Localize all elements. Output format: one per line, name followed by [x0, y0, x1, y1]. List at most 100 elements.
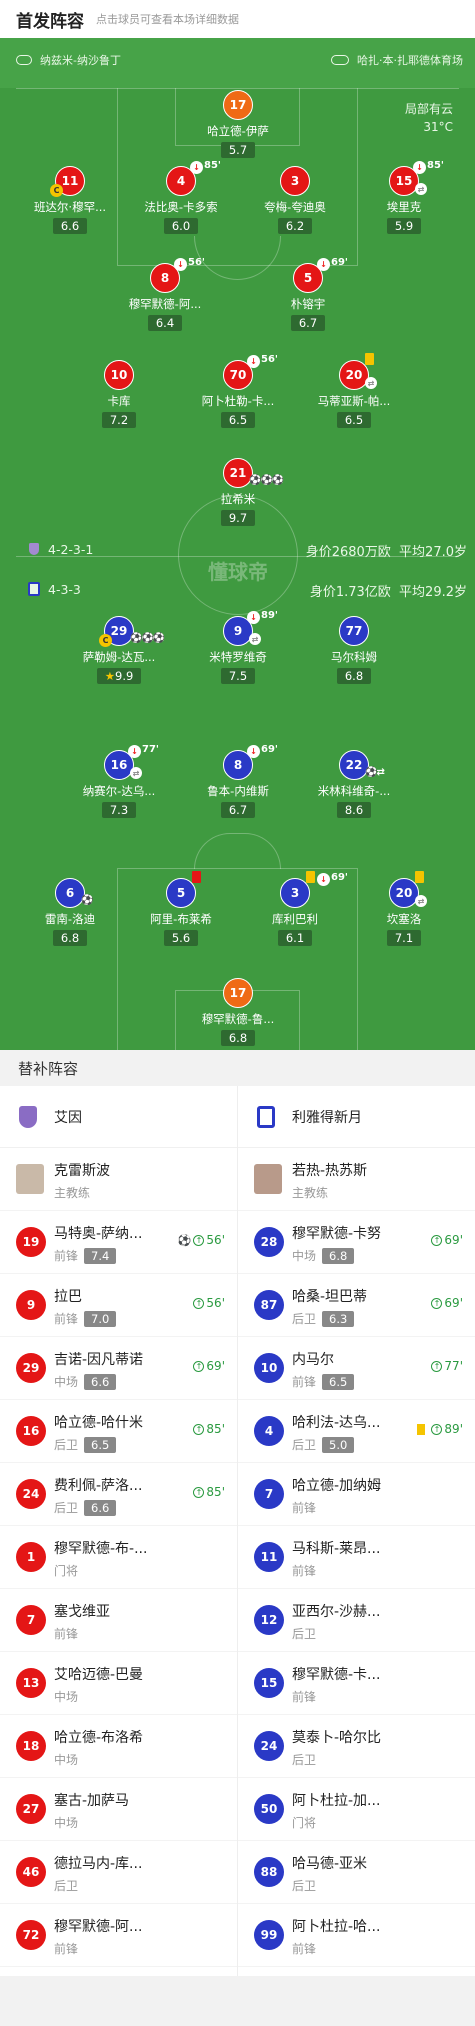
weather-text: 局部有云	[404, 102, 453, 116]
goal-ball-icon: ⚽	[177, 1233, 192, 1247]
sub-position: 前锋	[292, 1690, 317, 1704]
sub-row[interactable]: 18 哈立德-布洛希 中场	[0, 1715, 237, 1778]
sub-row[interactable]: 7 塞戈维亚 前锋	[0, 1589, 237, 1652]
sub-on-icon: ↑	[193, 1423, 205, 1435]
sub-row[interactable]: 50 阿卜杜拉-加... 门将	[238, 1778, 475, 1841]
home-player-11[interactable]: 11 C 班达尔·穆罕... 6.6	[10, 166, 130, 234]
away-age-text: 平均29.2岁	[399, 585, 467, 600]
home-subs-team[interactable]: 艾因	[0, 1086, 237, 1148]
away-player-29[interactable]: 29 C ⚽⚽⚽ 萨勒姆-达瓦... ★9.9	[59, 616, 179, 684]
sub-row[interactable]: 15 穆罕默德-卡... 前锋	[238, 1652, 475, 1715]
away-player-20[interactable]: 20 ⇄ 坎塞洛 7.1	[344, 871, 464, 946]
home-player-5[interactable]: 5 ↓ 69' 朴镕宇 6.7	[248, 257, 368, 331]
sub-position: 前锋	[54, 1627, 79, 1641]
sub-number: 1	[16, 1542, 46, 1572]
sub-name: 马特奥-萨纳...	[54, 1226, 143, 1242]
away-player-5[interactable]: 5 阿里-布莱希 5.6	[121, 871, 241, 946]
penalty-arc-bottom	[194, 833, 281, 869]
away-player-77[interactable]: 77 马尔科姆 6.8	[294, 616, 414, 684]
player-number: 6	[65, 886, 75, 900]
sub-position-text: 前锋	[54, 1312, 79, 1326]
away-subs-team[interactable]: 利雅得新月	[238, 1086, 475, 1148]
sub-off-icon: ↓	[247, 745, 260, 758]
sub-time: 89'	[444, 1422, 463, 1436]
home-age-text: 平均27.0岁	[399, 545, 467, 560]
sub-row[interactable]: 16 哈立德-哈什米 后卫 6.5 ↑ 85'	[0, 1400, 237, 1463]
sub-row[interactable]: 4 哈利法-达乌... 后卫 5.0 ↑ 89'	[238, 1400, 475, 1463]
sub-row[interactable]: 12 亚西尔-沙赫... 后卫	[238, 1589, 475, 1652]
away-player-6[interactable]: 6 ⚽ 雷南-洛迪 6.8	[10, 878, 130, 946]
sub-row[interactable]: 46 德拉马内-库... 后卫	[0, 1841, 237, 1904]
page-footer	[0, 1976, 475, 2026]
sub-score: 6.5	[322, 1374, 355, 1390]
player-rating: 7.5	[220, 668, 256, 684]
home-player-21[interactable]: 21 ⚽⚽⚽ 拉希米 9.7	[178, 458, 298, 526]
home-player-10[interactable]: 10 卡库 7.2	[59, 360, 179, 428]
sub-row[interactable]: 1 穆罕默德-布-... 门将	[0, 1526, 237, 1589]
home-player-4[interactable]: 4 ↓ 85' 法比奥-卡多索 6.0	[121, 160, 241, 234]
weather-info: 局部有云 31°C	[405, 100, 453, 136]
sub-row[interactable]: 99 阿卜杜拉-哈... 前锋	[238, 1904, 475, 1967]
sub-row[interactable]: 24 费利佩-萨洛... 后卫 6.6 ↑ 85'	[0, 1463, 237, 1526]
sub-row[interactable]: 7 哈立德-加纳姆 前锋	[238, 1463, 475, 1526]
home-team-logo-icon	[16, 1103, 40, 1131]
sub-off-icon: ↓	[190, 161, 203, 174]
home-team-badge-icon	[26, 541, 42, 557]
yellow-card-icon	[417, 1423, 426, 1435]
sub-position: 后卫 6.3	[292, 1310, 355, 1327]
player-name: 萨勒姆-达瓦...	[82, 650, 156, 664]
sub-row[interactable]: 87 哈桑-坦巴蒂 后卫 6.3 ↑ 69'	[238, 1274, 475, 1337]
sub-row[interactable]: 88 哈马德-亚米 后卫	[238, 1841, 475, 1904]
home-player-3[interactable]: 3 夸梅-夸迪奥 6.2	[235, 166, 355, 234]
away-player-16[interactable]: 16 ↓ 77' ⇄ 纳赛尔-达乌... 7.3	[59, 744, 179, 818]
sub-event: ↑ 77'	[431, 1359, 463, 1373]
home-player-8[interactable]: 8 ↓ 56' 穆罕默德-阿... 6.4	[105, 257, 225, 331]
sub-name: 内马尔	[292, 1352, 334, 1368]
home-player-15[interactable]: 15 ↓ 85' ⇄ 埃里克 5.9	[344, 160, 464, 234]
sub-row[interactable]: 11 马科斯-莱昂... 前锋	[238, 1526, 475, 1589]
player-number: 9	[233, 624, 243, 638]
away-player-17[interactable]: 17 穆罕默德-鲁... 6.8	[178, 978, 298, 1046]
sub-name: 哈马德-亚米	[292, 1856, 368, 1872]
sub-row[interactable]: 27 塞古-加萨马 中场	[0, 1778, 237, 1841]
player-number: 21	[229, 466, 247, 480]
sub-position: 前锋	[292, 1942, 317, 1956]
sub-number: 9	[16, 1290, 46, 1320]
sub-on-icon: ↑	[193, 1234, 205, 1246]
home-coach[interactable]: 克雷斯波 主教练	[0, 1148, 237, 1211]
away-player-22[interactable]: 22 ⚽⇄ 米林科维奇-... 8.6	[294, 750, 414, 818]
away-player-9[interactable]: 9 ↓ 89' ⇄ 米特罗维奇 7.5	[178, 610, 298, 684]
away-coach[interactable]: 若热-热苏斯 主教练	[238, 1148, 475, 1211]
home-player-20[interactable]: 20 ⇄ 马蒂亚斯-帕... 6.5	[294, 353, 414, 428]
player-name: 雷南-洛迪	[44, 912, 96, 926]
pitch: 纳兹米-纳沙鲁丁 哈扎·本·扎耶德体育场 局部有云 31°C 懂球帝 4-2-3…	[0, 38, 475, 1050]
player-number: 10	[104, 360, 134, 390]
away-player-3[interactable]: 3 ↓ 69' 库利巴利 6.1	[235, 871, 355, 946]
sub-row[interactable]: 13 艾哈迈德-巴曼 中场	[0, 1652, 237, 1715]
sub-time: 85'	[206, 1422, 225, 1436]
sub-row[interactable]: 10 内马尔 前锋 6.5 ↑ 77'	[238, 1337, 475, 1400]
avatar	[254, 1164, 282, 1194]
avatar	[16, 1164, 44, 1194]
sub-position: 后卫	[54, 1879, 79, 1893]
sub-row[interactable]: 72 穆罕默德-阿... 前锋	[0, 1904, 237, 1967]
sub-row[interactable]: 24 莫泰卜-哈尔比 后卫	[238, 1715, 475, 1778]
sub-row[interactable]: 28 穆罕默德-卡努 中场 6.8 ↑ 69'	[238, 1211, 475, 1274]
coach-role: 主教练	[292, 1186, 329, 1200]
home-player-17[interactable]: 17 哈立德-伊萨 5.7	[178, 90, 298, 158]
sub-row[interactable]: 9 拉巴 前锋 7.0 ↑ 56'	[0, 1274, 237, 1337]
sub-row[interactable]: 29 吉诺-因凡蒂诺 中场 6.6 ↑ 69'	[0, 1337, 237, 1400]
away-player-8[interactable]: 8 ↓ 69' 鲁本-内维斯 6.7	[178, 744, 298, 818]
sub-row[interactable]: 19 马特奥-萨纳... 前锋 7.4 ⚽ ↑ 56'	[0, 1211, 237, 1274]
sub-on-icon: ↑	[193, 1486, 205, 1498]
sub-time: 89'	[261, 610, 278, 621]
venue-name: 哈扎·本·扎耶德体育场	[357, 54, 463, 67]
page-subtitle: 点击球员可查看本场详细数据	[96, 13, 239, 26]
sub-score: 6.6	[84, 1500, 117, 1516]
player-number: 15	[395, 174, 413, 188]
home-player-70[interactable]: 70 ↓ 56' 阿卜杜勒-卡... 6.5	[178, 354, 298, 428]
player-number: 16	[110, 758, 128, 772]
temperature-text: 31°C	[423, 120, 453, 134]
player-rating: 7.3	[101, 802, 137, 818]
player-rating: 7.2	[101, 412, 137, 428]
